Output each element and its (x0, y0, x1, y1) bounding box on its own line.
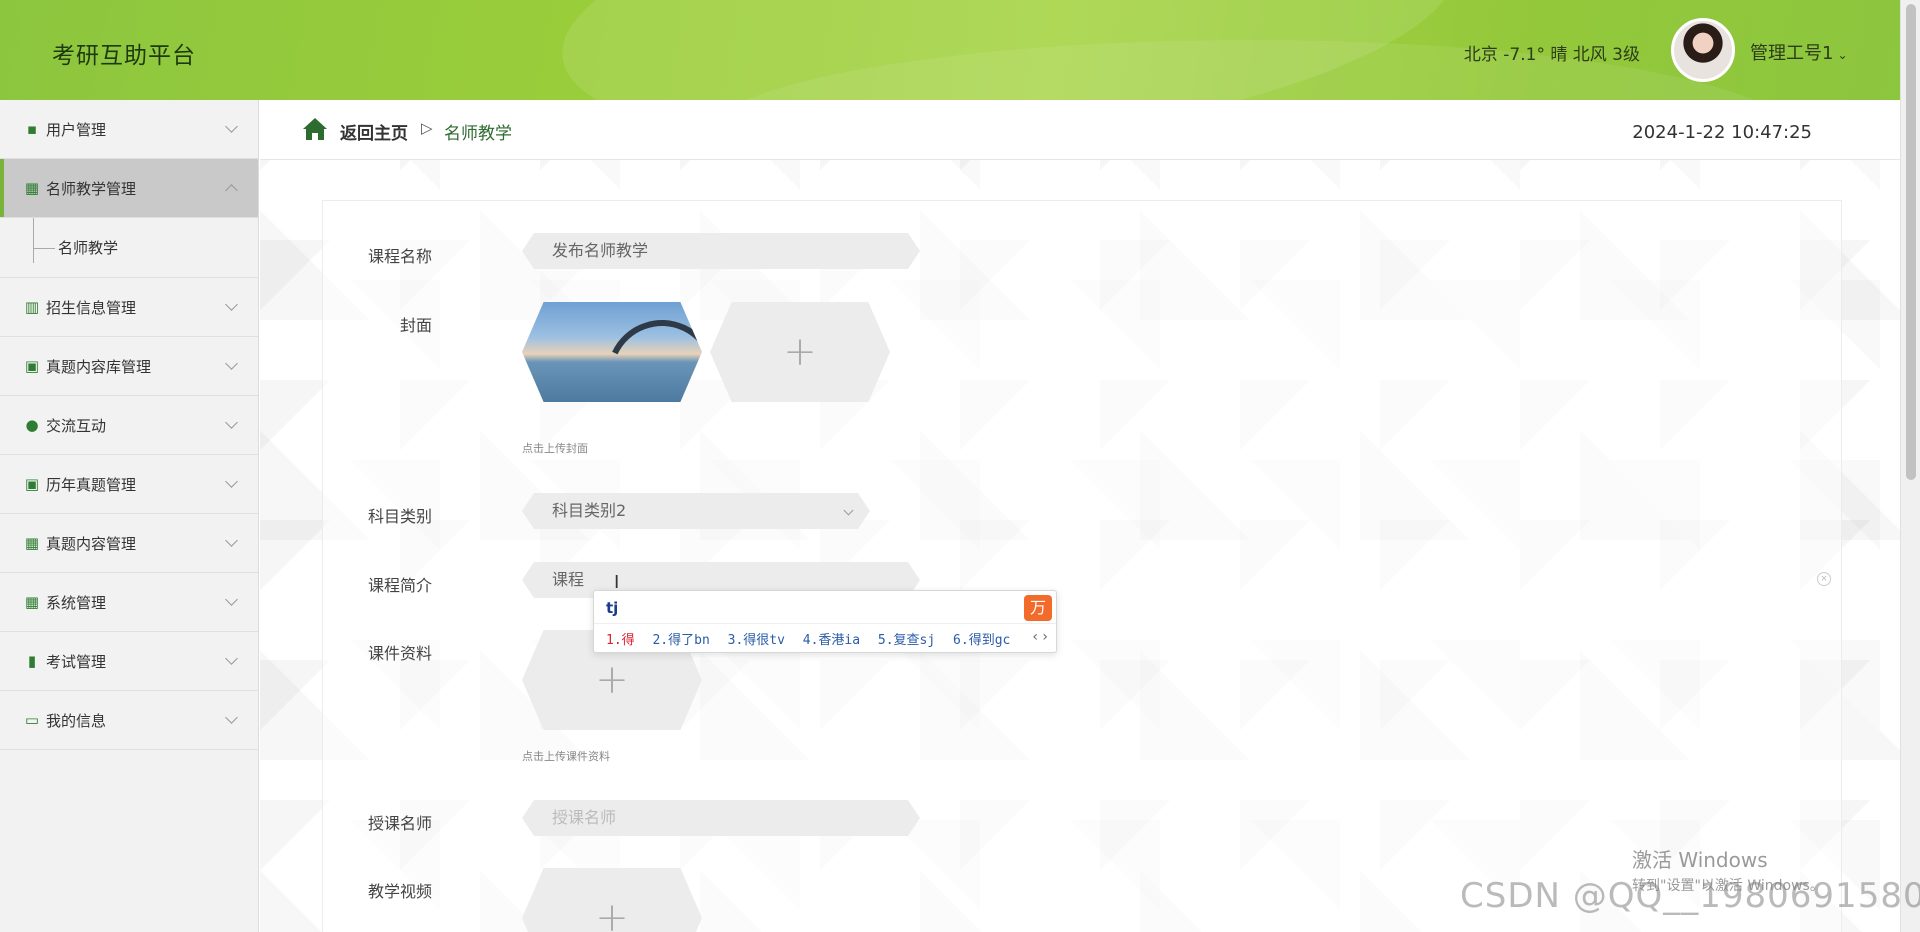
ime-page-nav[interactable]: ‹ › (1032, 629, 1048, 645)
grid-icon: ▦ (24, 593, 40, 611)
sidebar-item-teacher-teaching-management[interactable]: ▦ 名师教学管理 (0, 159, 258, 218)
sidebar-item-label: 用户管理 (46, 120, 107, 139)
cover-image-thumbnail[interactable] (522, 302, 702, 402)
sidebar: ▪ 用户管理 ▦ 名师教学管理 名师教学 ▥ 招生信息管理 ▣ 真题内容库管理 … (0, 100, 259, 932)
plus-icon: + (595, 895, 629, 932)
chevron-down-icon (225, 416, 238, 429)
clipboard-check-icon: ▣ (24, 475, 40, 493)
main-content: 返回主页 ▷ 名师教学 2024-1-22 10:47:25 课程名称 发布名师… (260, 100, 1900, 932)
sidebar-item-communication[interactable]: ● 交流互动 (0, 396, 258, 455)
sidebar-item-label: 名师教学管理 (46, 179, 137, 198)
sidebar-item-label: 招生信息管理 (46, 298, 137, 317)
chevron-down-icon (225, 298, 238, 311)
sidebar-item-label: 我的信息 (46, 711, 107, 730)
ime-candidate[interactable]: 1.得 (606, 633, 635, 648)
chevron-up-icon (225, 184, 238, 197)
clear-circle-icon[interactable]: × (1817, 572, 1831, 586)
chevron-down-icon (225, 534, 238, 547)
course-intro-label: 课程简介 (367, 576, 432, 595)
chevron-down-icon: ⌄ (1837, 48, 1848, 62)
ime-candidate[interactable]: 4.香港ia (803, 633, 860, 648)
clipboard-x-icon: ▣ (24, 357, 40, 375)
teacher-input[interactable]: 授课名师 (522, 800, 920, 836)
ime-candidate[interactable]: 5.复查sj (878, 633, 935, 648)
sidebar-item-question-content[interactable]: ▦ 真题内容管理 (0, 514, 258, 573)
sidebar-item-system[interactable]: ▦ 系统管理 (0, 573, 258, 632)
course-name-label: 课程名称 (367, 247, 432, 266)
teacher-label: 授课名师 (367, 814, 432, 833)
ime-candidate[interactable]: 2.得了bn (652, 633, 709, 648)
user-name: 管理工号1 (1750, 43, 1834, 64)
top-header: 考研互助平台 北京 -7.1° 晴 北风 3级 管理工号1 ⌄ (0, 0, 1920, 100)
chevron-down-icon (225, 357, 238, 370)
grid-icon: ▦ (24, 179, 40, 197)
ime-logo-icon[interactable]: 万 (1024, 595, 1052, 621)
user-menu[interactable]: 管理工号1 ⌄ (1750, 39, 1848, 65)
sidebar-subitem-label: 名师教学 (58, 239, 119, 257)
card-icon: ▭ (24, 711, 40, 729)
sidebar-item-label: 真题内容管理 (46, 534, 137, 553)
sidebar-item-question-bank[interactable]: ▣ 真题内容库管理 (0, 337, 258, 396)
grid-icon: ▦ (24, 534, 40, 552)
breadcrumb: 返回主页 ▷ 名师教学 2024-1-22 10:47:25 (260, 100, 1900, 160)
subject-category-select[interactable]: 科目类别2 (522, 493, 870, 529)
cover-label: 封面 (399, 316, 432, 335)
books-icon: ▥ (24, 298, 40, 316)
teaching-video-label: 教学视频 (367, 882, 432, 901)
breadcrumb-separator-icon: ▷ (421, 119, 433, 137)
windows-activation-title: 激活 Windows (1632, 848, 1768, 872)
sidebar-item-label: 系统管理 (46, 593, 107, 612)
sidebar-item-label: 真题内容库管理 (46, 357, 152, 376)
ime-candidate-list: 1.得 2.得了bn 3.得很tv 4.香港ia 5.复查sj 6.得到gc (606, 629, 1020, 648)
csdn-watermark: CSDN @QQ__1980691580 (1460, 876, 1920, 916)
plus-icon: + (595, 657, 629, 703)
courseware-label: 课件资料 (367, 644, 432, 663)
teaching-video-upload-button[interactable]: + (522, 868, 702, 932)
ime-candidate[interactable]: 3.得很tv (728, 633, 785, 648)
home-icon[interactable] (302, 117, 328, 141)
bar-chart-icon: ▮ (27, 652, 37, 670)
course-name-input[interactable]: 发布名师教学 (522, 233, 920, 269)
chevron-down-icon (844, 506, 854, 516)
plus-icon: + (783, 329, 817, 375)
sidebar-item-label: 考试管理 (46, 652, 107, 671)
sidebar-item-enrollment[interactable]: ▥ 招生信息管理 (0, 278, 258, 337)
user-icon: ● (25, 416, 39, 434)
ime-candidate-popup: tj 万 1.得 2.得了bn 3.得很tv 4.香港ia 5.复查sj 6.得… (593, 590, 1057, 653)
sidebar-item-user-management[interactable]: ▪ 用户管理 (0, 100, 258, 159)
sidebar-subitem-teacher-teaching[interactable]: 名师教学 (0, 218, 258, 278)
breadcrumb-current[interactable]: 名师教学 (444, 119, 512, 144)
app-title: 考研互助平台 (52, 43, 196, 69)
cover-upload-hint: 点击上传封面 (522, 442, 588, 455)
ime-candidate[interactable]: 6.得到gc (953, 633, 1010, 648)
chevron-down-icon (225, 120, 238, 133)
page-scrollbar[interactable] (1900, 0, 1920, 932)
ime-divider (594, 623, 1056, 624)
sidebar-item-exam[interactable]: ▮ 考试管理 (0, 632, 258, 691)
chevron-down-icon (225, 652, 238, 665)
current-datetime: 2024-1-22 10:47:25 (1632, 122, 1812, 143)
cover-upload-button[interactable]: + (710, 302, 890, 402)
ime-composition: tj (606, 599, 619, 617)
chevron-down-icon (225, 475, 238, 488)
sidebar-item-label: 历年真题管理 (46, 475, 137, 494)
sidebar-item-label: 交流互动 (46, 416, 107, 435)
subject-category-label: 科目类别 (367, 507, 432, 526)
sidebar-item-past-exams[interactable]: ▣ 历年真题管理 (0, 455, 258, 514)
courseware-upload-hint: 点击上传课件资料 (522, 750, 610, 763)
chat-icon: ▪ (26, 120, 38, 138)
sidebar-item-my-info[interactable]: ▭ 我的信息 (0, 691, 258, 750)
chevron-down-icon (225, 593, 238, 606)
weather-info: 北京 -7.1° 晴 北风 3级 (1463, 45, 1640, 65)
avatar[interactable] (1671, 18, 1735, 82)
chevron-down-icon (225, 711, 238, 724)
scrollbar-thumb[interactable] (1906, 4, 1916, 480)
breadcrumb-home-link[interactable]: 返回主页 (340, 119, 408, 144)
subject-category-value: 科目类别2 (552, 501, 627, 520)
